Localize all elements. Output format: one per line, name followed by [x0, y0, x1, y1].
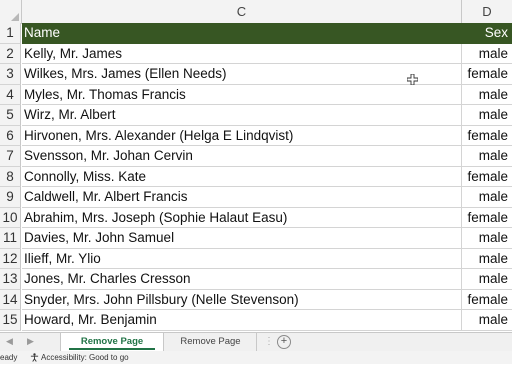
- table-row: 14 Snyder, Mrs. John Pillsbury (Nelle Ste…: [0, 289, 512, 310]
- table-row: 5 Wirz, Mr. Albert male: [0, 105, 512, 126]
- cell-name[interactable]: Snyder, Mrs. John Pillsbury (Nelle Steve…: [22, 289, 462, 310]
- accessibility-icon: [30, 353, 39, 362]
- row-header[interactable]: 15: [0, 310, 21, 331]
- cell-name[interactable]: Davies, Mr. John Samuel: [22, 228, 462, 249]
- chevron-right-icon[interactable]: ▶: [27, 336, 34, 347]
- table-row: 6 Hirvonen, Mrs. Alexander (Helga E Lindq…: [0, 125, 512, 146]
- row-header[interactable]: 14: [0, 289, 21, 310]
- row-header[interactable]: 5: [0, 105, 21, 126]
- table-row: 13 Jones, Mr. Charles Cresson male: [0, 269, 512, 290]
- cell-name[interactable]: Myles, Mr. Thomas Francis: [22, 84, 462, 105]
- table-row: 11 Davies, Mr. John Samuel male: [0, 228, 512, 249]
- row-header[interactable]: 7: [0, 146, 21, 167]
- status-ready-text: eady: [0, 353, 18, 362]
- cell-name[interactable]: Wilkes, Mrs. James (Ellen Needs): [22, 64, 462, 85]
- table-row: 9 Caldwell, Mr. Albert Francis male: [0, 187, 512, 208]
- cell-sex[interactable]: female: [462, 167, 512, 187]
- column-header-c[interactable]: C: [22, 0, 462, 23]
- header-cell-sex[interactable]: Sex: [462, 23, 512, 44]
- table-row: 12 Ilieff, Mr. Ylio male: [0, 248, 512, 269]
- row-header[interactable]: 6: [0, 125, 21, 146]
- cell-sex[interactable]: male: [462, 44, 512, 64]
- cross-cursor-icon: [407, 74, 418, 85]
- row-header[interactable]: 9: [0, 187, 21, 208]
- cell-sex[interactable]: female: [462, 208, 512, 228]
- cell-name[interactable]: Connolly, Miss. Kate: [22, 166, 462, 187]
- select-all-triangle-icon: [11, 13, 19, 21]
- status-bar: eady Accessibility: Good to go: [0, 351, 512, 364]
- table-row: 15 Howard, Mr. Benjamin male: [0, 310, 512, 331]
- plus-circle-icon[interactable]: +: [277, 335, 291, 349]
- cell-sex[interactable]: male: [462, 187, 512, 208]
- row-header[interactable]: 4: [0, 84, 21, 105]
- row-header[interactable]: 10: [0, 207, 21, 228]
- row-header[interactable]: 11: [0, 228, 21, 249]
- table-header-row: 1 Name Sex: [0, 23, 512, 44]
- table-row: 10 Abrahim, Mrs. Joseph (Sophie Halaut Ea…: [0, 207, 512, 228]
- cell-sex[interactable]: female: [462, 126, 512, 146]
- table-row: 3 Wilkes, Mrs. James (Ellen Needs) female: [0, 64, 512, 85]
- row-header[interactable]: 1: [0, 23, 21, 44]
- sheet-tab-remove-page-break[interactable]: Remove Page Break: [165, 333, 257, 364]
- cell-name[interactable]: Wirz, Mr. Albert: [22, 105, 462, 126]
- cell-name[interactable]: Howard, Mr. Benjamin: [22, 310, 462, 331]
- cell-name[interactable]: Svensson, Mr. Johan Cervin: [22, 146, 462, 167]
- cell-name[interactable]: Caldwell, Mr. Albert Francis: [22, 187, 462, 208]
- cell-name[interactable]: Ilieff, Mr. Ylio: [22, 248, 462, 269]
- tab-split-handle[interactable]: ⋮: [264, 336, 274, 347]
- cell-sex[interactable]: female: [462, 64, 512, 85]
- row-header[interactable]: 13: [0, 269, 21, 290]
- row-header[interactable]: 2: [0, 43, 21, 64]
- row-header[interactable]: 8: [0, 166, 21, 187]
- sheet-tab-bar: ◀ ▶ Remove Page Break (2) Remove Page Br…: [0, 332, 512, 364]
- cell-name[interactable]: Jones, Mr. Charles Cresson: [22, 269, 462, 290]
- row-header[interactable]: 3: [0, 64, 21, 85]
- accessibility-status-label: Accessibility: Good to go: [41, 353, 129, 362]
- sheet-tab-remove-page-break-2[interactable]: Remove Page Break (2): [60, 333, 164, 364]
- cell-name[interactable]: Hirvonen, Mrs. Alexander (Helga E Lindqv…: [22, 125, 462, 146]
- column-header-d[interactable]: D: [462, 0, 512, 23]
- cell-name[interactable]: Abrahim, Mrs. Joseph (Sophie Halaut Easu…: [22, 207, 462, 228]
- cell-sex[interactable]: male: [462, 85, 512, 105]
- cell-sex[interactable]: male: [462, 105, 512, 126]
- table-row: 4 Myles, Mr. Thomas Francis male: [0, 84, 512, 105]
- cell-name[interactable]: Kelly, Mr. James: [22, 43, 462, 64]
- cell-sex[interactable]: male: [462, 310, 512, 331]
- chevron-left-icon[interactable]: ◀: [6, 336, 13, 347]
- cell-sex[interactable]: male: [462, 269, 512, 290]
- header-cell-name[interactable]: Name: [22, 23, 462, 44]
- select-all-button[interactable]: [0, 0, 22, 23]
- cell-sex[interactable]: male: [462, 146, 512, 167]
- table-row: 2 Kelly, Mr. James male: [0, 43, 512, 64]
- row-header[interactable]: 12: [0, 248, 21, 269]
- accessibility-status[interactable]: Accessibility: Good to go: [30, 351, 129, 364]
- table-row: 7 Svensson, Mr. Johan Cervin male: [0, 146, 512, 167]
- worksheet-grid[interactable]: C D 1 Name Sex 2 Kelly, Mr. James male 3 Wil…: [0, 0, 512, 332]
- cell-sex[interactable]: male: [462, 249, 512, 269]
- cell-sex[interactable]: male: [462, 228, 512, 249]
- column-header-row: C D: [0, 0, 512, 24]
- cell-sex[interactable]: female: [462, 290, 512, 310]
- table-row: 8 Connolly, Miss. Kate female: [0, 166, 512, 187]
